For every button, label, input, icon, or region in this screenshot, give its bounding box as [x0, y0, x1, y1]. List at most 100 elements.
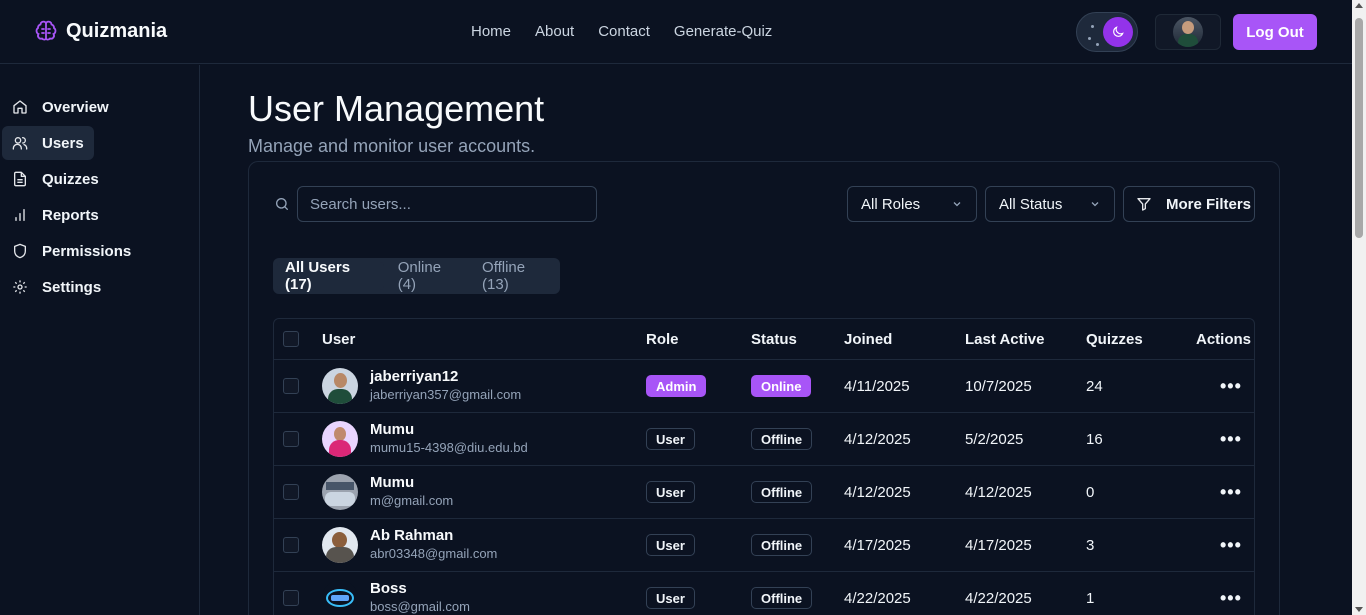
more-actions-icon[interactable]: ••• [1220, 535, 1242, 556]
sidebar-item-settings[interactable]: Settings [2, 270, 111, 304]
sidebar-item-permissions[interactable]: Permissions [2, 234, 141, 268]
nav-home[interactable]: Home [471, 23, 511, 40]
page-title: User Management [248, 88, 545, 129]
tab-online[interactable]: Online (4) [390, 259, 468, 293]
user-email: jaberriyan357@gmail.com [370, 387, 522, 402]
header-user: User [322, 330, 356, 348]
role-badge: User [646, 534, 695, 556]
theme-toggle[interactable] [1076, 12, 1138, 52]
joined-date: 4/12/2025 [844, 430, 911, 448]
sidebar-item-reports[interactable]: Reports [2, 198, 109, 232]
quiz-count: 3 [1086, 536, 1095, 554]
header-last-active: Last Active [965, 330, 1045, 348]
more-filters-button[interactable]: More Filters [1123, 186, 1255, 222]
joined-date: 4/22/2025 [844, 589, 911, 607]
table-row[interactable]: jaberriyan12 jaberriyan357@gmail.com Adm… [274, 360, 1254, 413]
top-header: Quizmania Home About Contact Generate-Qu… [0, 0, 1352, 64]
row-checkbox[interactable] [283, 590, 299, 606]
table-row[interactable]: Mumu m@gmail.com User Offline 4/12/2025 … [274, 466, 1254, 519]
more-actions-icon[interactable]: ••• [1220, 588, 1242, 609]
page-scrollbar[interactable] [1352, 0, 1366, 615]
avatar [322, 527, 358, 563]
nav-about[interactable]: About [535, 23, 574, 40]
home-icon [13, 100, 27, 114]
sidebar-item-quizzes[interactable]: Quizzes [2, 162, 109, 196]
status-badge: Offline [751, 481, 813, 503]
chevron-down-icon [953, 202, 961, 207]
last-active-date: 10/7/2025 [965, 377, 1032, 395]
more-actions-icon[interactable]: ••• [1220, 429, 1242, 450]
last-active-date: 5/2/2025 [965, 430, 1024, 448]
select-all-checkbox[interactable] [283, 331, 299, 347]
user-name: Ab Rahman [370, 527, 454, 544]
table-row[interactable]: Ab Rahman abr03348@gmail.com User Offlin… [274, 519, 1254, 572]
header-role: Role [646, 330, 679, 348]
nav-contact[interactable]: Contact [598, 23, 650, 40]
chevron-down-icon [1091, 202, 1099, 207]
scroll-up-arrow-icon[interactable] [1355, 3, 1363, 8]
avatar [322, 580, 358, 615]
quiz-count: 16 [1086, 430, 1103, 448]
status-badge: Offline [751, 587, 813, 609]
user-email: abr03348@gmail.com [370, 546, 498, 561]
brain-icon [35, 20, 57, 41]
star-dot [1088, 37, 1091, 40]
profile-button[interactable] [1155, 14, 1221, 50]
status-filter-select[interactable]: All Status [985, 186, 1115, 222]
last-active-date: 4/12/2025 [965, 483, 1032, 501]
star-dot [1091, 25, 1094, 28]
row-checkbox[interactable] [283, 484, 299, 500]
user-tabs: All Users (17) Online (4) Offline (13) [273, 258, 560, 294]
avatar [322, 368, 358, 404]
user-name: jaberriyan12 [370, 368, 459, 385]
document-icon [14, 171, 26, 187]
row-checkbox[interactable] [283, 537, 299, 553]
main-nav: Home About Contact Generate-Quiz [471, 23, 772, 40]
sidebar-item-label: Permissions [42, 242, 132, 260]
user-email: m@gmail.com [370, 493, 454, 508]
table-row[interactable]: Boss boss@gmail.com User Offline 4/22/20… [274, 572, 1254, 615]
tab-all-users[interactable]: All Users (17) [277, 259, 384, 293]
user-name: Boss [370, 580, 407, 597]
moon-icon [1113, 26, 1124, 37]
nav-generate-quiz[interactable]: Generate-Quiz [674, 23, 772, 40]
row-checkbox[interactable] [283, 431, 299, 447]
avatar [1173, 17, 1203, 47]
user-name: Mumu [370, 474, 415, 491]
joined-date: 4/12/2025 [844, 483, 911, 501]
brand-name: Quizmania [66, 19, 168, 42]
more-actions-icon[interactable]: ••• [1220, 482, 1242, 503]
joined-date: 4/11/2025 [844, 377, 910, 395]
shield-icon [14, 243, 26, 259]
avatar [322, 421, 358, 457]
quiz-count: 1 [1086, 589, 1095, 607]
tab-offline[interactable]: Offline (13) [474, 259, 560, 293]
sidebar-item-users[interactable]: Users [2, 126, 94, 160]
sidebar-item-label: Settings [42, 278, 102, 296]
sidebar-item-label: Reports [42, 206, 99, 224]
brand-logo[interactable]: Quizmania [34, 19, 167, 43]
more-actions-icon[interactable]: ••• [1220, 376, 1242, 397]
role-filter-select[interactable]: All Roles [847, 186, 977, 222]
table-row[interactable]: Mumu mumu15-4398@diu.edu.bd User Offline… [274, 413, 1254, 466]
scroll-thumb[interactable] [1355, 18, 1363, 238]
status-badge: Offline [751, 534, 813, 556]
theme-knob [1103, 17, 1133, 47]
page-subtitle: Manage and monitor user accounts. [248, 136, 536, 156]
sidebar: Overview Users Quizzes Reports Permissio… [0, 65, 200, 615]
more-filters-label: More Filters [1166, 195, 1252, 213]
header-quizzes: Quizzes [1086, 330, 1143, 348]
select-all-cell [283, 319, 299, 359]
sidebar-item-overview[interactable]: Overview [2, 90, 119, 124]
search-input[interactable] [297, 186, 597, 222]
role-badge: Admin [646, 375, 707, 397]
scroll-down-arrow-icon[interactable] [1355, 607, 1363, 612]
sidebar-item-label: Users [42, 134, 84, 152]
role-badge: User [646, 428, 695, 450]
logout-button[interactable]: Log Out [1233, 14, 1317, 50]
quiz-count: 24 [1086, 377, 1103, 395]
status-badge: Online [751, 375, 812, 397]
sidebar-item-label: Overview [42, 98, 109, 116]
user-email: boss@gmail.com [370, 599, 470, 614]
row-checkbox[interactable] [283, 378, 299, 394]
